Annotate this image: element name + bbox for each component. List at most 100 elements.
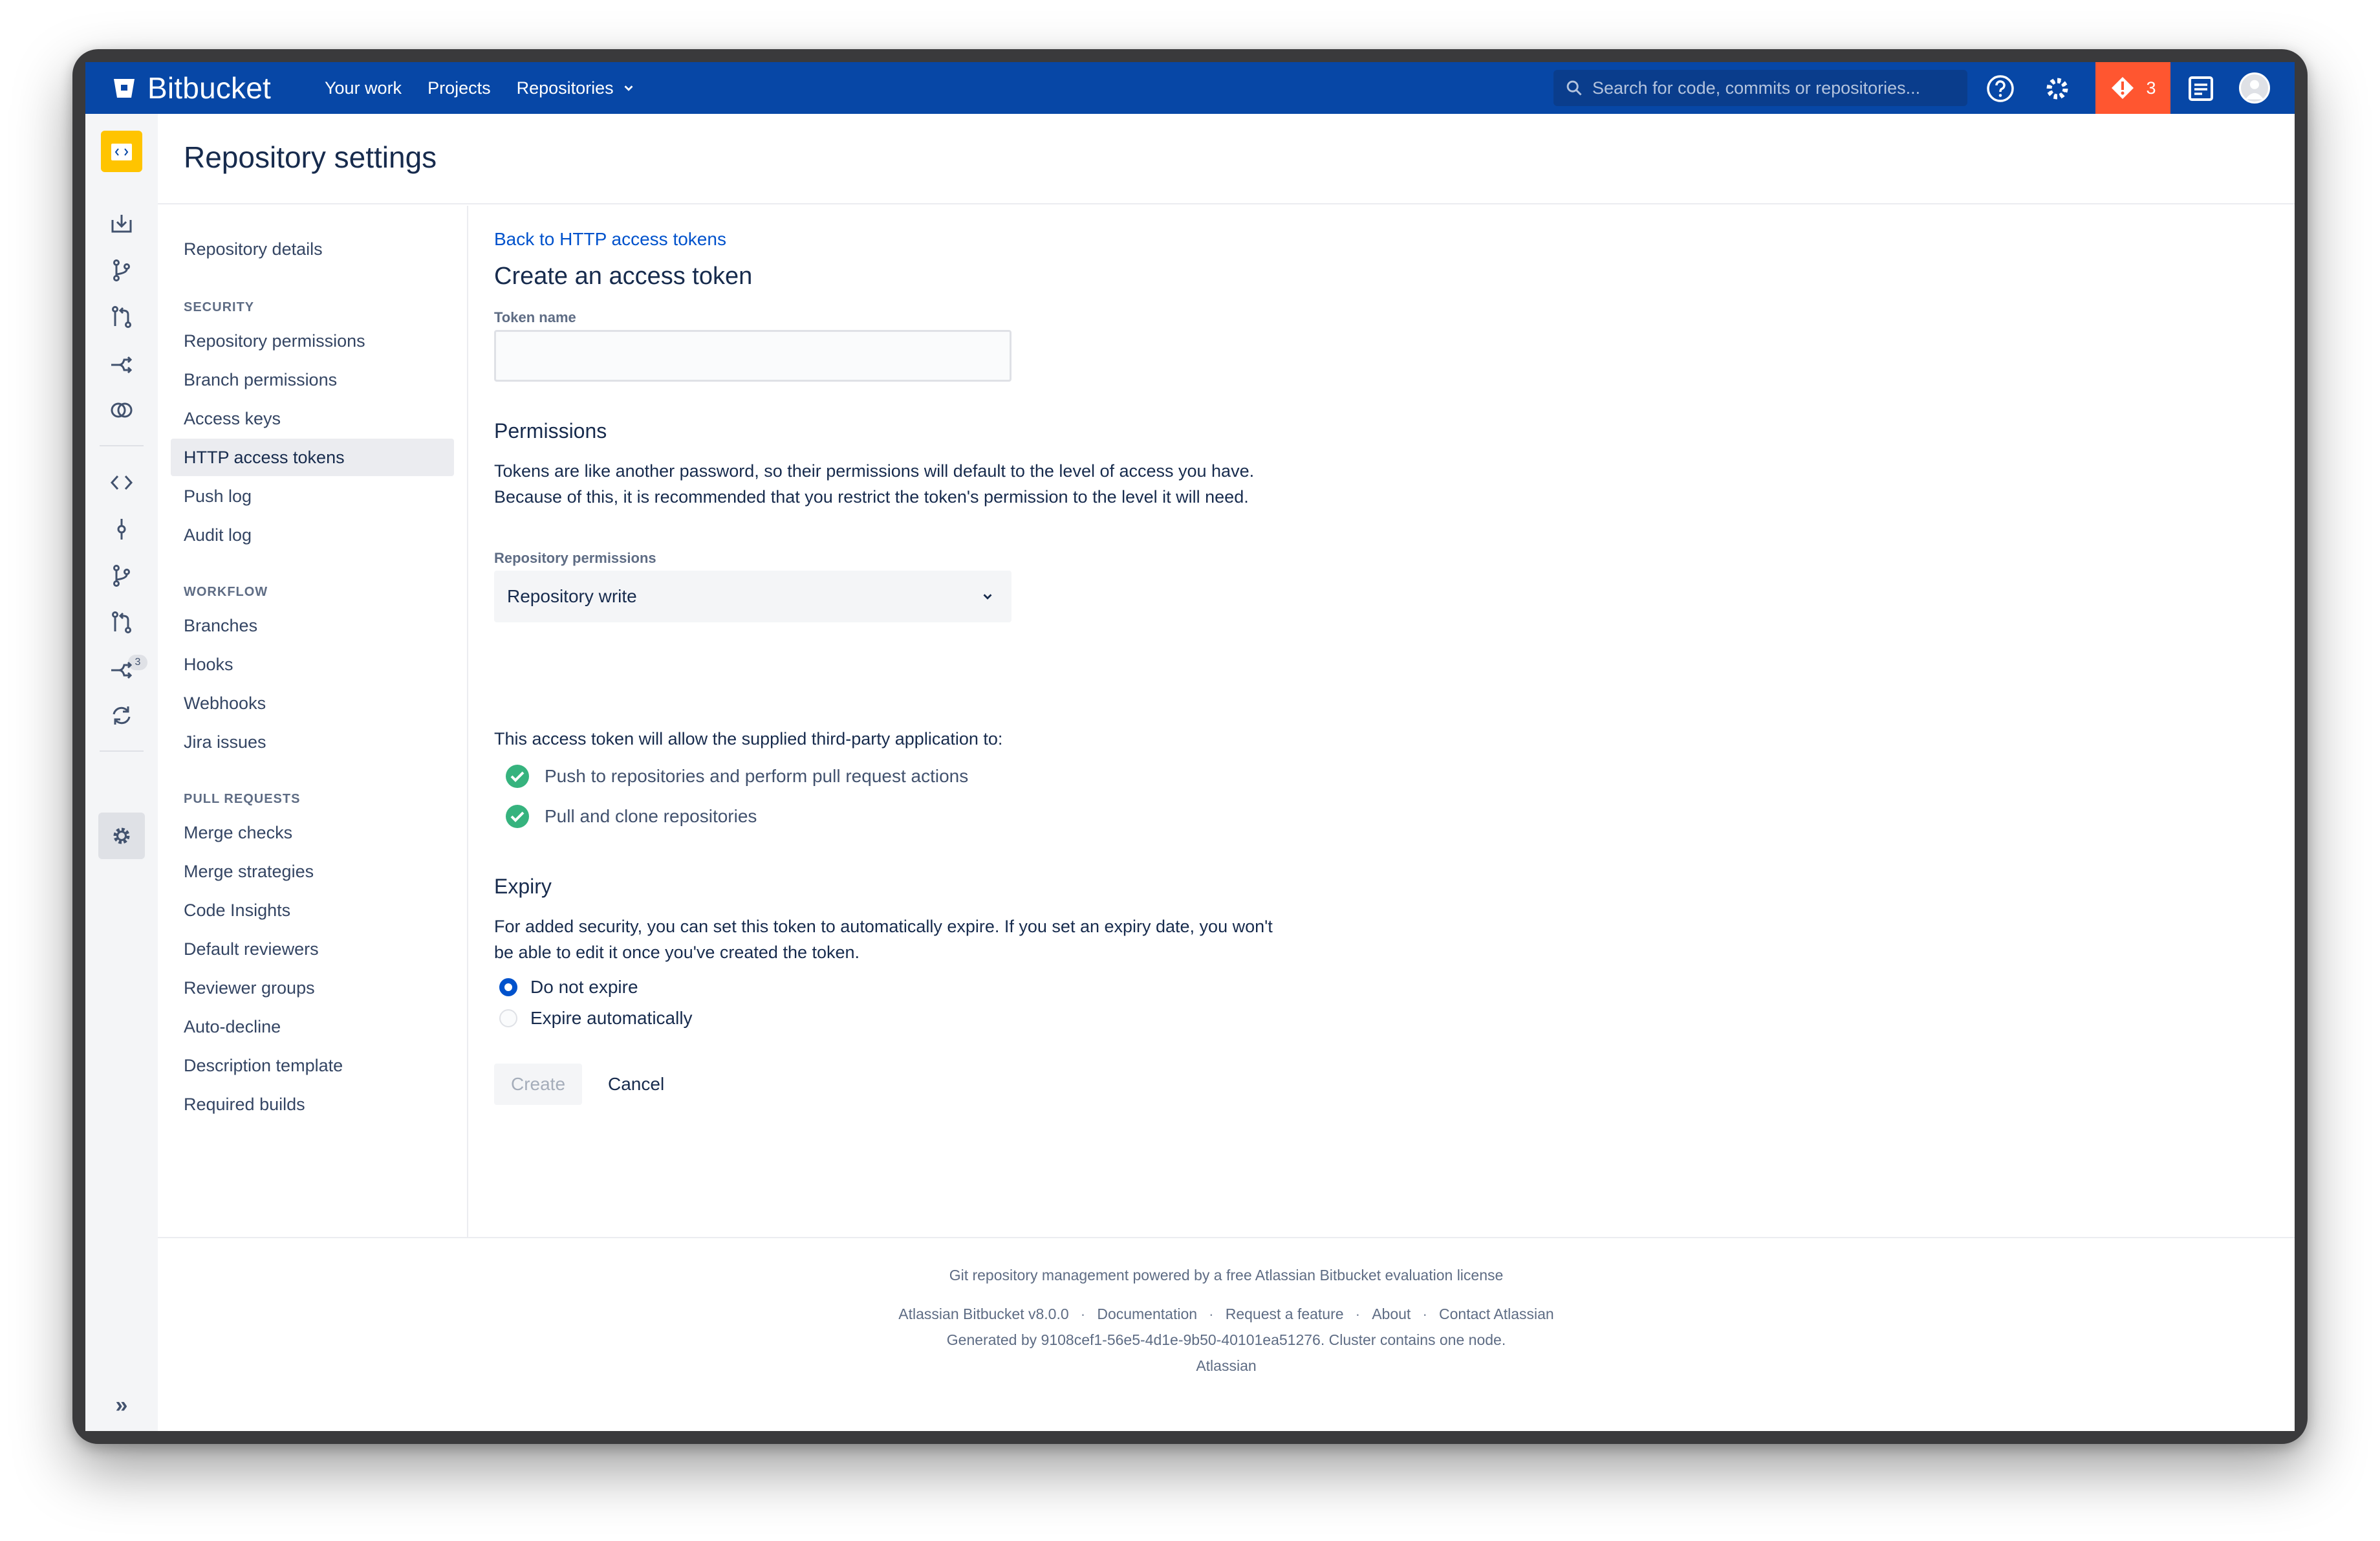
sidebar-item-repository-permissions[interactable]: Repository permissions [171, 322, 454, 360]
sidebar-item-branch-permissions[interactable]: Branch permissions [171, 361, 454, 399]
allow-item: Push to repositories and perform pull re… [504, 763, 968, 789]
permissions-heading: Permissions [494, 419, 607, 443]
alerts-button[interactable]: 3 [2095, 62, 2170, 114]
sidebar-item-webhooks[interactable]: Webhooks [171, 684, 454, 722]
primary-nav: Your work Projects Repositories [325, 62, 636, 114]
sidebar-item-branches[interactable]: Branches [171, 607, 454, 644]
rail-pull-requests-button[interactable] [106, 607, 137, 638]
rail-settings-button[interactable] [106, 820, 137, 851]
create-button[interactable]: Create [494, 1064, 582, 1105]
rail-sync-button[interactable] [106, 700, 137, 731]
sidebar-item-http-access-tokens[interactable]: HTTP access tokens [171, 439, 454, 476]
pull-request-icon [112, 306, 131, 328]
code-folder-icon [111, 144, 132, 160]
nav-your-work[interactable]: Your work [325, 78, 402, 98]
sidebar-item-code-insights[interactable]: Code Insights [171, 891, 454, 929]
top-navigation: Bitbucket Your work Projects Repositorie… [85, 62, 2295, 114]
token-name-input[interactable] [494, 330, 1012, 382]
gear-icon [113, 827, 130, 844]
footer-license: Git repository management powered by a f… [949, 1267, 1504, 1284]
footer-separator: · [1355, 1306, 1361, 1322]
rail-source-button[interactable] [106, 467, 137, 498]
nav-projects[interactable]: Projects [427, 78, 491, 98]
sidebar-item-default-reviewers[interactable]: Default reviewers [171, 930, 454, 968]
code-icon [110, 475, 133, 490]
bitbucket-icon [114, 79, 135, 98]
repository-permissions-select[interactable]: Repository write [494, 571, 1012, 622]
expiry-heading: Expiry [494, 875, 552, 898]
user-icon [2245, 80, 2264, 100]
rail-fork-button[interactable] [106, 348, 137, 379]
allow-description: This access token will allow the supplie… [494, 729, 1003, 749]
rail-clone-button[interactable] [106, 208, 137, 239]
settings-button[interactable] [2042, 74, 2072, 104]
rail-commits-button[interactable] [106, 514, 137, 545]
sidebar-item-jira-issues[interactable]: Jira issues [171, 723, 454, 761]
footer-links: Atlassian Bitbucket v8.0.0 · Documentati… [158, 1306, 2295, 1323]
rail-divider [100, 445, 144, 446]
rail-branches-button[interactable] [106, 560, 137, 591]
sidebar-item-repository-details[interactable]: Repository details [171, 230, 454, 268]
footer-company[interactable]: Atlassian [158, 1357, 2295, 1375]
radio-label: Expire automatically [530, 1008, 693, 1028]
sidebar-item-push-log[interactable]: Push log [171, 477, 454, 515]
sidebar-section-security: SECURITY [184, 300, 255, 314]
commit-icon [117, 519, 126, 540]
sidebar-section-workflow: WORKFLOW [184, 585, 268, 599]
rail-divider [100, 750, 144, 752]
avatar[interactable] [2239, 72, 2270, 104]
help-button[interactable] [1985, 74, 2015, 104]
branch-icon [113, 565, 130, 587]
allow-item-label: Pull and clone repositories [545, 806, 757, 826]
brand-name: Bitbucket [147, 71, 272, 105]
search-input[interactable]: Search for code, commits or repositories… [1553, 70, 1967, 106]
search-icon [1566, 80, 1582, 96]
gear-icon [2046, 78, 2068, 100]
chevron-down-icon [983, 594, 992, 600]
repository-permissions-label: Repository permissions [494, 550, 656, 566]
sidebar-item-audit-log[interactable]: Audit log [171, 516, 454, 554]
sidebar-item-access-keys[interactable]: Access keys [171, 400, 454, 437]
repository-avatar[interactable] [101, 131, 142, 172]
radio-label: Do not expire [530, 977, 638, 997]
rail-compare-button[interactable] [106, 395, 137, 426]
footer-documentation-link[interactable]: Documentation [1097, 1306, 1197, 1323]
allow-item-label: Push to repositories and perform pull re… [545, 766, 969, 786]
radio-do-not-expire[interactable]: Do not expire [499, 977, 638, 998]
radio-unselected-icon [499, 1009, 517, 1027]
fork-icon [111, 661, 133, 679]
sidebar-item-auto-decline[interactable]: Auto-decline [171, 1008, 454, 1045]
sidebar-item-description-template[interactable]: Description template [171, 1047, 454, 1084]
app-window: Bitbucket Your work Projects Repositorie… [85, 62, 2295, 1431]
nav-repositories[interactable]: Repositories [517, 78, 636, 98]
left-rail: 3 » [85, 114, 158, 1431]
settings-sidebar: Repository details SECURITY Repository p… [158, 206, 468, 1237]
sidebar-item-merge-checks[interactable]: Merge checks [171, 814, 454, 851]
check-circle-icon [506, 765, 529, 788]
whats-new-button[interactable] [2186, 74, 2216, 104]
rail-forks-button[interactable] [106, 653, 137, 684]
cancel-button[interactable]: Cancel [598, 1064, 675, 1105]
expand-sidebar-icon[interactable]: » [111, 1393, 132, 1417]
footer-version[interactable]: Atlassian Bitbucket v8.0.0 [898, 1306, 1068, 1323]
sidebar-item-required-builds[interactable]: Required builds [171, 1086, 454, 1123]
radio-expire-automatically[interactable]: Expire automatically [499, 1008, 693, 1029]
rail-branch-button[interactable] [106, 255, 137, 286]
sidebar-item-hooks[interactable]: Hooks [171, 646, 454, 683]
expiry-description: For added security, you can set this tok… [494, 917, 1273, 962]
sidebar-item-reviewer-groups[interactable]: Reviewer groups [171, 969, 454, 1007]
footer: Git repository management powered by a f… [158, 1237, 2295, 1431]
footer-about-link[interactable]: About [1372, 1306, 1411, 1323]
sidebar-item-merge-strategies[interactable]: Merge strategies [171, 853, 454, 890]
rail-pull-request-button[interactable] [106, 301, 137, 333]
footer-separator: · [1080, 1306, 1086, 1322]
page-header: Repository settings [158, 114, 2295, 204]
bitbucket-logo[interactable]: Bitbucket [111, 62, 271, 114]
footer-contact-link[interactable]: Contact Atlassian [1439, 1306, 1554, 1323]
fork-icon [111, 356, 133, 374]
branch-icon [113, 259, 130, 281]
clone-icon [111, 215, 132, 233]
footer-request-feature-link[interactable]: Request a feature [1226, 1306, 1344, 1323]
search-placeholder: Search for code, commits or repositories… [1592, 78, 1921, 98]
back-to-tokens-link[interactable]: Back to HTTP access tokens [494, 229, 726, 250]
